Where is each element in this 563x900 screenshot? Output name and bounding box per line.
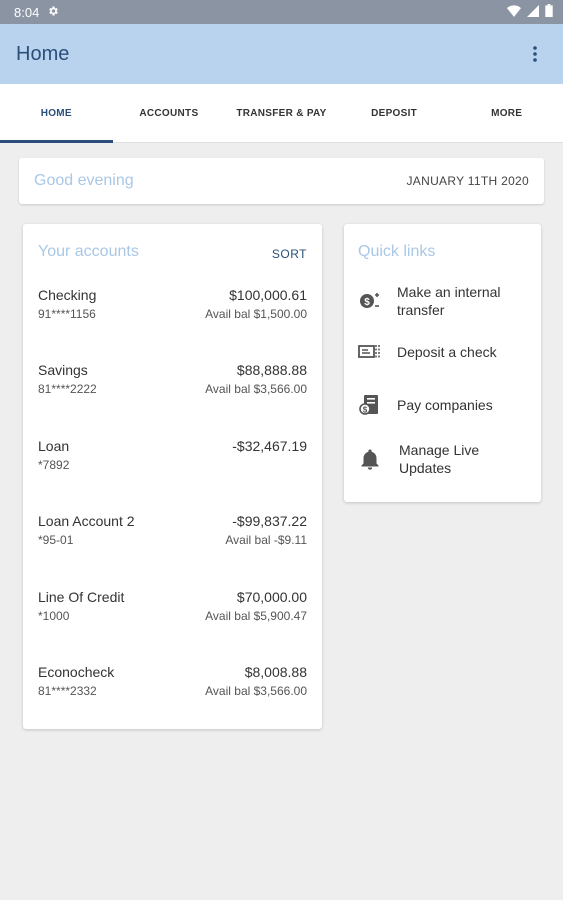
tab-home[interactable]: HOME bbox=[0, 84, 113, 143]
bill-pay-icon: $ bbox=[358, 393, 382, 417]
account-available-balance: Avail bal $5,900.47 bbox=[205, 608, 307, 623]
account-name: Econocheck bbox=[38, 663, 115, 680]
account-balance: $88,888.88 bbox=[236, 362, 307, 379]
sort-button[interactable]: SORT bbox=[272, 247, 307, 261]
quick-link-internal-transfer[interactable]: $ Make an internal transfer bbox=[358, 283, 527, 319]
page-title: Home bbox=[16, 42, 70, 65]
account-row[interactable]: Savings 81****2222 $88,888.88 Avail bal … bbox=[38, 361, 307, 436]
status-bar: 8:04 bbox=[0, 0, 563, 24]
account-balance: $70,000.00 bbox=[236, 588, 307, 605]
tab-deposit[interactable]: DEPOSIT bbox=[338, 84, 451, 142]
quick-link-label: Pay companies bbox=[397, 397, 493, 413]
battery-icon bbox=[545, 4, 553, 20]
account-available-balance: Avail bal -$9.11 bbox=[225, 533, 307, 548]
account-number: *7892 bbox=[38, 457, 70, 472]
account-balance: $100,000.61 bbox=[229, 287, 307, 303]
current-date: JANUARY 11TH 2020 bbox=[406, 174, 529, 188]
account-row[interactable]: Econocheck 81****2332 $8,008.88 Avail ba… bbox=[38, 663, 307, 738]
check-deposit-icon bbox=[358, 340, 382, 364]
greeting-text: Good evening bbox=[34, 172, 134, 189]
transfer-icon: $ bbox=[358, 289, 382, 313]
account-row[interactable]: Loan Account 2 *95-01 -$99,837.22 Avail … bbox=[38, 512, 307, 587]
greeting-card: Good evening JANUARY 11TH 2020 bbox=[19, 158, 544, 204]
account-number: *95-01 bbox=[38, 533, 74, 548]
account-balance: -$99,837.22 bbox=[232, 513, 307, 530]
account-row[interactable]: Loan *7892 -$32,467.19 bbox=[38, 437, 307, 512]
more-vert-icon[interactable] bbox=[523, 42, 547, 66]
account-balance: $8,008.88 bbox=[244, 663, 307, 680]
account-balance: -$32,467.19 bbox=[232, 437, 307, 454]
account-number: 81****2332 bbox=[38, 683, 97, 698]
svg-text:$: $ bbox=[363, 406, 368, 415]
accounts-list: Checking 91****1156 $100,000.61 Avail ba… bbox=[38, 286, 307, 738]
quick-link-label: Make an internal transfer bbox=[397, 284, 501, 318]
quick-link-deposit-check[interactable]: Deposit a check bbox=[358, 340, 527, 364]
quick-link-label: Deposit a check bbox=[397, 344, 497, 360]
account-available-balance: Avail bal $3,566.00 bbox=[205, 683, 307, 698]
bell-icon bbox=[358, 447, 382, 471]
account-name: Savings bbox=[38, 362, 88, 379]
account-number: 81****2222 bbox=[38, 382, 97, 397]
wifi-icon bbox=[507, 4, 521, 20]
tab-more[interactable]: MORE bbox=[450, 84, 563, 142]
account-name: Line Of Credit bbox=[38, 588, 125, 605]
quick-link-label: Manage Live Updates bbox=[399, 442, 480, 476]
account-row[interactable]: Checking 91****1156 $100,000.61 Avail ba… bbox=[38, 286, 307, 361]
quick-link-live-updates[interactable]: Manage Live Updates bbox=[358, 441, 527, 477]
quick-links-title: Quick links bbox=[358, 243, 436, 260]
account-number: *1000 bbox=[38, 608, 70, 623]
account-row[interactable]: Line Of Credit *1000 $70,000.00 Avail ba… bbox=[38, 588, 307, 663]
accounts-title: Your accounts bbox=[38, 243, 139, 260]
app-bar: Home bbox=[0, 24, 563, 84]
signal-icon bbox=[527, 4, 539, 20]
quick-link-pay-companies[interactable]: $ Pay companies bbox=[358, 393, 527, 417]
account-name: Loan Account 2 bbox=[38, 513, 135, 530]
account-name: Loan bbox=[38, 437, 70, 454]
tab-bar: HOME ACCOUNTS TRANSFER & PAY DEPOSIT MOR… bbox=[0, 84, 563, 143]
account-number: 91****1156 bbox=[38, 307, 96, 321]
account-name: Checking bbox=[38, 287, 97, 303]
status-time: 8:04 bbox=[14, 4, 40, 20]
accounts-card: Your accounts SORT Checking 91****1156 $… bbox=[23, 224, 322, 729]
tab-accounts[interactable]: ACCOUNTS bbox=[113, 84, 226, 142]
svg-text:$: $ bbox=[364, 297, 370, 308]
gear-icon bbox=[47, 5, 59, 20]
tab-transfer-pay[interactable]: TRANSFER & PAY bbox=[225, 84, 338, 142]
account-available-balance: Avail bal $3,566.00 bbox=[205, 382, 307, 397]
quick-links-card: Quick links $ Make an internal transfer … bbox=[344, 224, 541, 502]
account-available-balance: Avail bal $1,500.00 bbox=[205, 307, 307, 321]
